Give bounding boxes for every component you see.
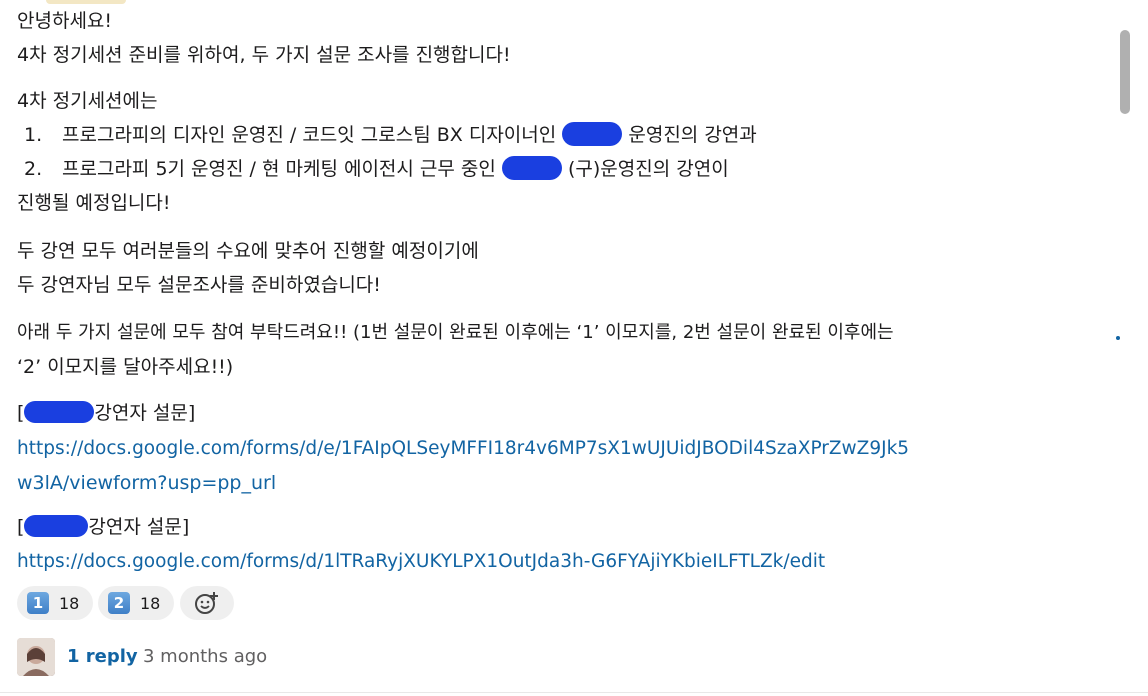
- list-text-before: 프로그라피의 디자인 운영진 / 코드잇 그로스팀 BX 디자이너인: [62, 124, 557, 146]
- list-text-after: (구)운영진의 강연이: [567, 158, 729, 180]
- redacted-name: [501, 155, 562, 180]
- list-number: 2.: [24, 158, 43, 180]
- keycap-1-icon: 1: [27, 592, 49, 614]
- survey2-label: [강연자 설문]: [17, 514, 190, 538]
- session-intro-text: 4차 정기세션에는: [17, 90, 158, 112]
- unread-indicator: [1116, 336, 1120, 340]
- paragraph-line: 두 강연 모두 여러분들의 수요에 맞추어 진행할 예정이기에: [17, 240, 479, 262]
- keycap-2-icon: 2: [108, 592, 130, 614]
- survey1-link-continued[interactable]: w3lA/viewform?usp=pp_url: [17, 470, 276, 496]
- avatar-image: [17, 638, 55, 676]
- list-text-before: 프로그라피 5기 운영진 / 현 마케팅 에이전시 근무 중인: [62, 158, 496, 180]
- list-number: 1.: [24, 124, 43, 146]
- redacted-name: [24, 400, 95, 423]
- reaction-keycap-2[interactable]: 2 18: [98, 586, 174, 620]
- survey1-link[interactable]: https://docs.google.com/forms/d/e/1FAIpQ…: [17, 436, 909, 462]
- list-text-after: 운영진의 강연과: [628, 124, 757, 146]
- reaction-keycap-1[interactable]: 1 18: [17, 586, 93, 620]
- list-item-text: 프로그라피의 디자인 운영진 / 코드잇 그로스팀 BX 디자이너인 운영진의 …: [62, 121, 757, 148]
- survey2-link[interactable]: https://docs.google.com/forms/d/1lTRaRyj…: [17, 549, 825, 575]
- redacted-name: [562, 121, 623, 146]
- avatar[interactable]: [17, 638, 55, 676]
- paragraph-line: 두 강연자님 모두 설문조사를 준비하였습니다!: [17, 274, 381, 296]
- reaction-count: 18: [140, 593, 161, 613]
- add-emoji-icon: [195, 592, 218, 614]
- paragraph-line: ‘2’ 이모지를 달아주세요!!): [17, 356, 234, 378]
- paragraph-line: 아래 두 가지 설문에 모두 참여 부탁드려요!! (1번 설문이 완료된 이후…: [17, 322, 894, 343]
- scrollbar-thumb[interactable]: [1120, 30, 1130, 114]
- redacted-name: [24, 514, 89, 537]
- reaction-count: 18: [59, 593, 80, 613]
- list-item-text: 프로그라피 5기 운영진 / 현 마케팅 에이전시 근무 중인 (구)운영진의 …: [62, 155, 729, 182]
- intro-text: 4차 정기세션 준비를 위하여, 두 가지 설문 조사를 진행합니다!: [17, 44, 511, 66]
- add-reaction-button[interactable]: [180, 586, 234, 620]
- closing-text: 진행될 예정입니다!: [17, 192, 171, 214]
- survey1-label: [강연자 설문]: [17, 400, 196, 424]
- divider: [0, 692, 1148, 693]
- thread-reply-time: 3 months ago: [143, 646, 268, 667]
- greeting-text: 안녕하세요!: [17, 10, 113, 32]
- thread-reply-link[interactable]: 1 reply: [67, 644, 138, 670]
- message-highlight-bar: [46, 0, 126, 4]
